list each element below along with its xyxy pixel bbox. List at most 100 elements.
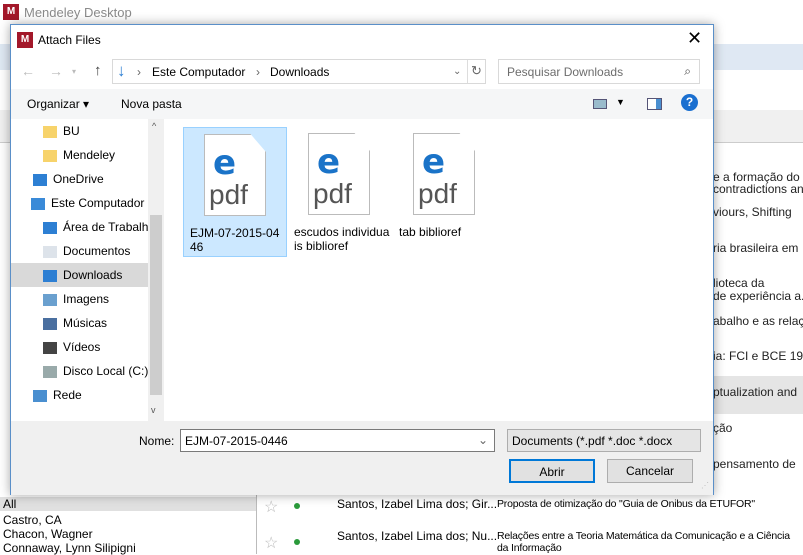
open-button[interactable]: Abrir <box>509 459 595 483</box>
bg-row-text: de experiência a... <box>713 289 803 303</box>
author-filter-item[interactable]: Chacon, Wagner <box>3 527 93 541</box>
file-item[interactable]: e pdf EJM-07-2015-0446 <box>183 127 287 257</box>
nav-item[interactable]: Músicas <box>11 311 148 335</box>
attach-files-dialog: M Attach Files ✕ ← → ▾ ↑ ↓ › Este Comput… <box>10 24 714 495</box>
view-icon[interactable] <box>593 99 607 109</box>
nav-item-label: Imagens <box>63 292 110 306</box>
filetype-value: Documents (*.pdf *.doc *.docx <box>512 434 673 448</box>
nav-item-label: Downloads <box>63 268 123 282</box>
star-icon[interactable]: ☆ <box>264 497 278 517</box>
author-filter-item[interactable]: All <box>3 497 16 511</box>
bg-row-text: abalho e as relaçõe <box>713 314 803 328</box>
cloud-icon <box>33 173 47 186</box>
new-folder-button[interactable]: Nova pasta <box>121 97 182 111</box>
bg-row-text: ção <box>713 421 733 435</box>
doc-title: Proposta de otimização do "Guia de Onibu… <box>497 498 755 510</box>
preview-pane-icon[interactable] <box>647 98 662 110</box>
video-icon <box>43 341 57 354</box>
refresh-icon[interactable]: ↻ <box>471 63 482 79</box>
resize-grip[interactable]: ⋰ <box>701 481 709 490</box>
chevron-down-icon[interactable]: ⌄ <box>478 433 488 447</box>
doc-authors: Santos, Izabel Lima dos; Nu... <box>337 529 498 543</box>
search-icon: ⌕ <box>684 64 691 78</box>
file-name: tab biblioref <box>399 225 462 239</box>
image-icon <box>43 293 57 306</box>
address-bar[interactable]: ↓ › Este Computador › Downloads ⌄ ↻ <box>112 59 486 84</box>
nav-item[interactable]: Imagens <box>11 287 148 311</box>
desktop-icon <box>43 221 57 234</box>
download-icon <box>43 269 57 282</box>
app-titlebar: M Mendeley Desktop <box>0 0 803 24</box>
nav-item[interactable]: Downloads <box>11 263 148 287</box>
recent-dropdown-icon[interactable]: ▾ <box>72 67 76 76</box>
pdf-label: pdf <box>209 179 248 210</box>
edge-logo: e <box>422 142 446 182</box>
unread-dot-icon <box>294 539 300 545</box>
pdf-label: pdf <box>313 178 352 209</box>
nav-item[interactable]: BU <box>11 119 148 143</box>
mendeley-logo: M <box>3 4 19 20</box>
file-name: escudos individuais biblioref <box>294 225 390 253</box>
nav-item[interactable]: Este Computador <box>11 191 148 215</box>
nav-scrollbar[interactable]: ^ v <box>148 119 164 421</box>
nav-item[interactable]: Disco Local (C:) <box>11 359 148 383</box>
pdf-file-icon: e pdf <box>308 133 370 215</box>
nav-item[interactable]: Área de Trabalho <box>11 215 148 239</box>
mendeley-logo: M <box>17 32 33 48</box>
document-icon <box>43 245 57 258</box>
nav-item[interactable]: Mendeley <box>11 143 148 167</box>
doc-authors: Santos, Izabel Lima dos; Gir... <box>337 497 498 511</box>
file-list: e pdf EJM-07-2015-0446 e pdf escudos individu… <box>164 119 713 421</box>
bg-row-text: pensamento de <box>713 457 796 471</box>
forward-icon[interactable]: → <box>49 63 63 79</box>
unread-dot-icon <box>294 503 300 509</box>
nav-item-label: Vídeos <box>63 340 101 354</box>
organize-button[interactable]: Organizar ▾ <box>27 97 89 111</box>
author-filter-item[interactable]: Connaway, Lynn Silipigni <box>3 541 136 555</box>
chevron-down-icon[interactable]: ⌄ <box>453 66 461 77</box>
back-icon[interactable]: ← <box>21 63 35 79</box>
bg-row-text: ia: FCI e BCE 1966 <box>713 349 803 363</box>
folder-icon <box>43 149 57 162</box>
nav-item-label: Mendeley <box>63 148 116 162</box>
bg-row-text: viours, Shifting <box>713 205 792 219</box>
cancel-button[interactable]: Cancelar <box>607 459 693 483</box>
navigation-pane: BU Mendeley OneDrive Este Computador Área de… <box>11 119 164 421</box>
search-input[interactable]: Pesquisar Downloads ⌕ <box>498 59 700 84</box>
edge-logo: e <box>213 143 237 183</box>
chevron-down-icon[interactable]: ▼ <box>616 97 625 107</box>
help-icon[interactable]: ? <box>681 94 698 111</box>
file-item[interactable]: e pdf tab biblioref <box>393 127 497 257</box>
filename-input[interactable]: EJM-07-2015-0446 ⌄ <box>180 429 495 452</box>
bg-row-text: ptualization and <box>713 385 798 399</box>
close-icon[interactable]: ✕ <box>687 28 702 49</box>
filetype-select[interactable]: Documents (*.pdf *.doc *.docx <box>507 429 701 452</box>
bg-row-text: ria brasileira em <box>713 241 799 255</box>
nav-item[interactable]: OneDrive <box>11 167 148 191</box>
nav-item[interactable]: Vídeos <box>11 335 148 359</box>
pdf-file-icon: e pdf <box>204 134 266 216</box>
nav-item-label: Rede <box>53 388 82 402</box>
nav-item-label: Área de Trabalho <box>63 220 148 234</box>
scrollbar-thumb[interactable] <box>150 215 162 395</box>
filename-label: Nome: <box>139 434 175 448</box>
dialog-titlebar: M Attach Files ✕ <box>11 25 713 55</box>
up-icon[interactable]: ↑ <box>94 62 102 79</box>
filename-value: EJM-07-2015-0446 <box>185 434 288 448</box>
bg-row-text: lioteca da <box>713 276 765 290</box>
bg-row-text: contradictions an... <box>713 182 803 196</box>
nav-item-label: Este Computador <box>51 196 145 210</box>
nav-item[interactable]: Rede <box>11 383 148 407</box>
music-icon <box>43 317 57 330</box>
nav-item-label: Documentos <box>63 244 131 258</box>
download-icon: ↓ <box>117 61 126 80</box>
dialog-title: Attach Files <box>38 33 101 47</box>
file-name: EJM-07-2015-0446 <box>190 226 280 254</box>
nav-item[interactable]: Documentos <box>11 239 148 263</box>
doc-title: da Informação <box>497 542 562 554</box>
breadcrumb-item[interactable]: Downloads <box>270 65 329 79</box>
star-icon[interactable]: ☆ <box>264 533 278 553</box>
author-filter-item[interactable]: Castro, CA <box>3 513 62 527</box>
file-item[interactable]: e pdf escudos individuais biblioref <box>288 127 392 257</box>
breadcrumb-item[interactable]: Este Computador <box>152 65 245 79</box>
